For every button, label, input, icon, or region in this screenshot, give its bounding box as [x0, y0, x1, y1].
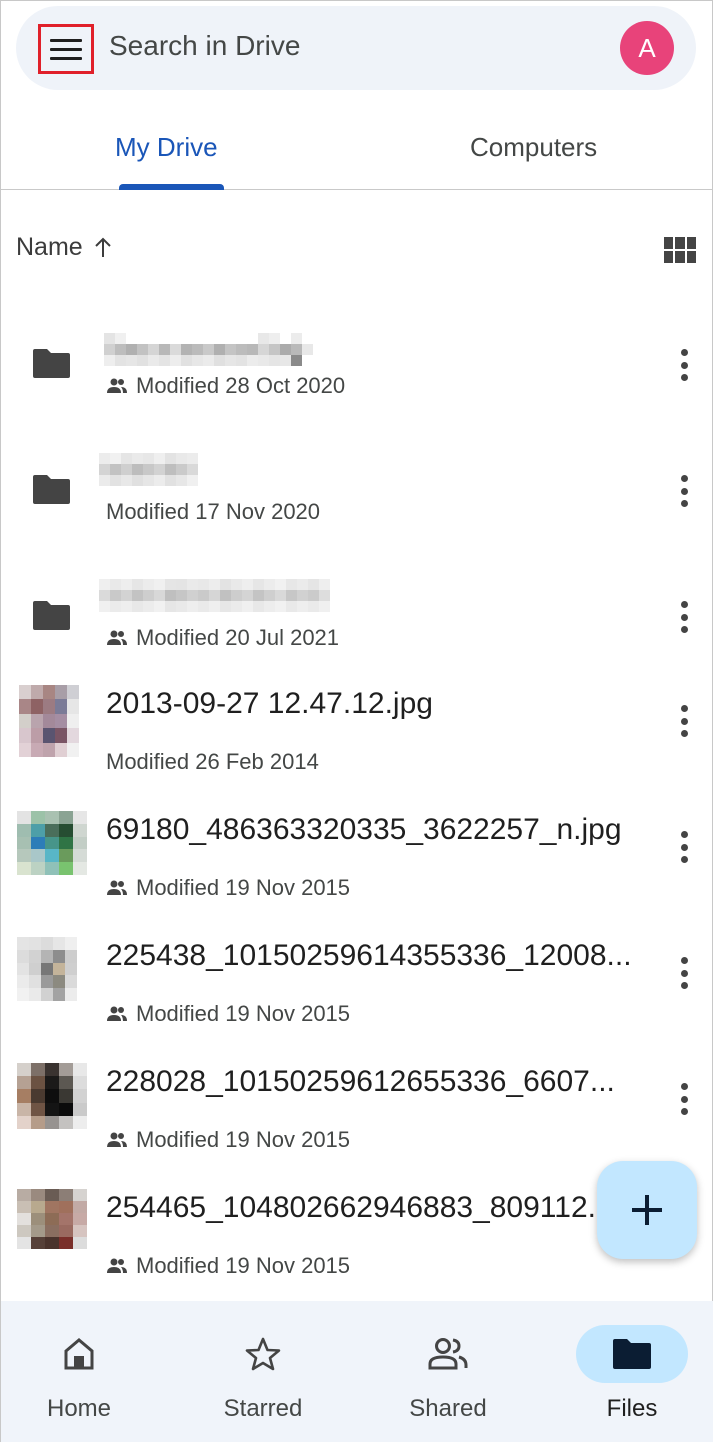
people-icon: [428, 1338, 468, 1370]
nav-shared[interactable]: Shared: [359, 1301, 537, 1442]
search-input[interactable]: Search in Drive: [109, 30, 300, 62]
plus-icon: [632, 1195, 662, 1225]
shared-people-icon: [107, 1006, 127, 1021]
list-item[interactable]: Modified 20 Jul 2021: [1, 549, 713, 675]
modified-date: Modified 19 Nov 2015: [136, 1253, 351, 1278]
modified-date: Modified 19 Nov 2015: [136, 1001, 351, 1026]
drive-tabs: My Drive Computers: [1, 106, 713, 190]
file-name: 69180_486363320335_3622257_n.jpg: [106, 813, 622, 846]
nav-label: Files: [606, 1395, 658, 1422]
file-name: 225438_10150259614355336_12008...: [106, 939, 632, 972]
menu-icon-bar: [50, 47, 82, 51]
hamburger-menu-button[interactable]: [38, 24, 94, 74]
image-thumbnail: [17, 1189, 87, 1249]
nav-label: Shared: [409, 1395, 487, 1422]
modified-date: Modified 19 Nov 2015: [136, 1127, 351, 1152]
modified-date: Modified 20 Jul 2021: [136, 625, 340, 650]
bottom-navigation: Home Starred Shared Files: [1, 1301, 713, 1442]
new-item-fab-button[interactable]: [597, 1161, 697, 1259]
modified-date: Modified 26 Feb 2014: [106, 749, 319, 774]
menu-icon-bar: [50, 56, 82, 60]
folder-icon: [33, 349, 70, 378]
nav-starred[interactable]: Starred: [174, 1301, 352, 1442]
nav-files[interactable]: Files: [543, 1301, 713, 1442]
list-item[interactable]: 2013-09-27 12.47.12.jpg Modified 26 Feb …: [1, 675, 713, 801]
shared-people-icon: [107, 1132, 127, 1147]
sort-by-name-button[interactable]: Name: [16, 233, 113, 262]
menu-icon: [50, 38, 82, 42]
home-icon: [64, 1338, 94, 1370]
more-options-icon[interactable]: [678, 705, 690, 737]
shared-people-icon: [107, 378, 127, 393]
tab-computers[interactable]: Computers: [470, 132, 597, 163]
active-tab-indicator: [119, 184, 224, 190]
file-name: 254465_104802662946883_809112...: [106, 1191, 613, 1224]
tab-my-drive[interactable]: My Drive: [115, 132, 218, 163]
modified-date: Modified 28 Oct 2020: [136, 373, 346, 398]
image-thumbnail: [17, 1063, 87, 1129]
list-item[interactable]: Modified 28 Oct 2020: [1, 297, 713, 423]
shared-people-icon: [107, 630, 127, 645]
more-options-icon[interactable]: [678, 957, 690, 989]
nav-label: Home: [46, 1395, 112, 1422]
more-options-icon[interactable]: [678, 601, 690, 633]
image-thumbnail: [19, 685, 79, 757]
redacted-file-name: [99, 579, 330, 613]
list-item[interactable]: 225438_10150259614355336_12008... Modifi…: [1, 927, 713, 1053]
more-options-icon[interactable]: [678, 831, 690, 863]
modified-date: Modified 17 Nov 2020: [106, 499, 321, 524]
file-list: Modified 28 Oct 2020 Modified 17 Nov 202…: [1, 297, 713, 1305]
folder-icon: [33, 475, 70, 504]
file-name: 2013-09-27 12.47.12.jpg: [106, 687, 433, 720]
star-icon: [245, 1337, 281, 1371]
more-options-icon[interactable]: [678, 1083, 690, 1115]
sort-label: Name: [16, 233, 83, 261]
active-nav-pill: [576, 1325, 688, 1383]
redacted-file-name: [104, 333, 313, 367]
modified-date: Modified 19 Nov 2015: [136, 875, 351, 900]
shared-people-icon: [107, 1258, 127, 1273]
more-options-icon[interactable]: [678, 349, 690, 381]
arrow-up-icon: [94, 237, 111, 257]
file-name: 228028_10150259612655336_6607...: [106, 1065, 615, 1098]
image-thumbnail: [17, 811, 87, 875]
nav-home[interactable]: Home: [0, 1301, 168, 1442]
more-options-icon[interactable]: [678, 475, 690, 507]
folder-icon: [33, 601, 70, 630]
nav-label: Starred: [223, 1395, 303, 1422]
shared-people-icon: [107, 880, 127, 895]
list-item[interactable]: 69180_486363320335_3622257_n.jpg Modifie…: [1, 801, 713, 927]
grid-view-icon[interactable]: [664, 237, 696, 263]
image-thumbnail: [17, 937, 77, 1001]
list-item[interactable]: 228028_10150259612655336_6607... Modifie…: [1, 1053, 713, 1179]
folder-icon: [613, 1339, 651, 1369]
redacted-file-name: [99, 453, 198, 487]
list-item[interactable]: Modified 17 Nov 2020: [1, 423, 713, 549]
account-avatar[interactable]: A: [620, 21, 674, 75]
search-bar[interactable]: Search in Drive A: [16, 6, 696, 90]
